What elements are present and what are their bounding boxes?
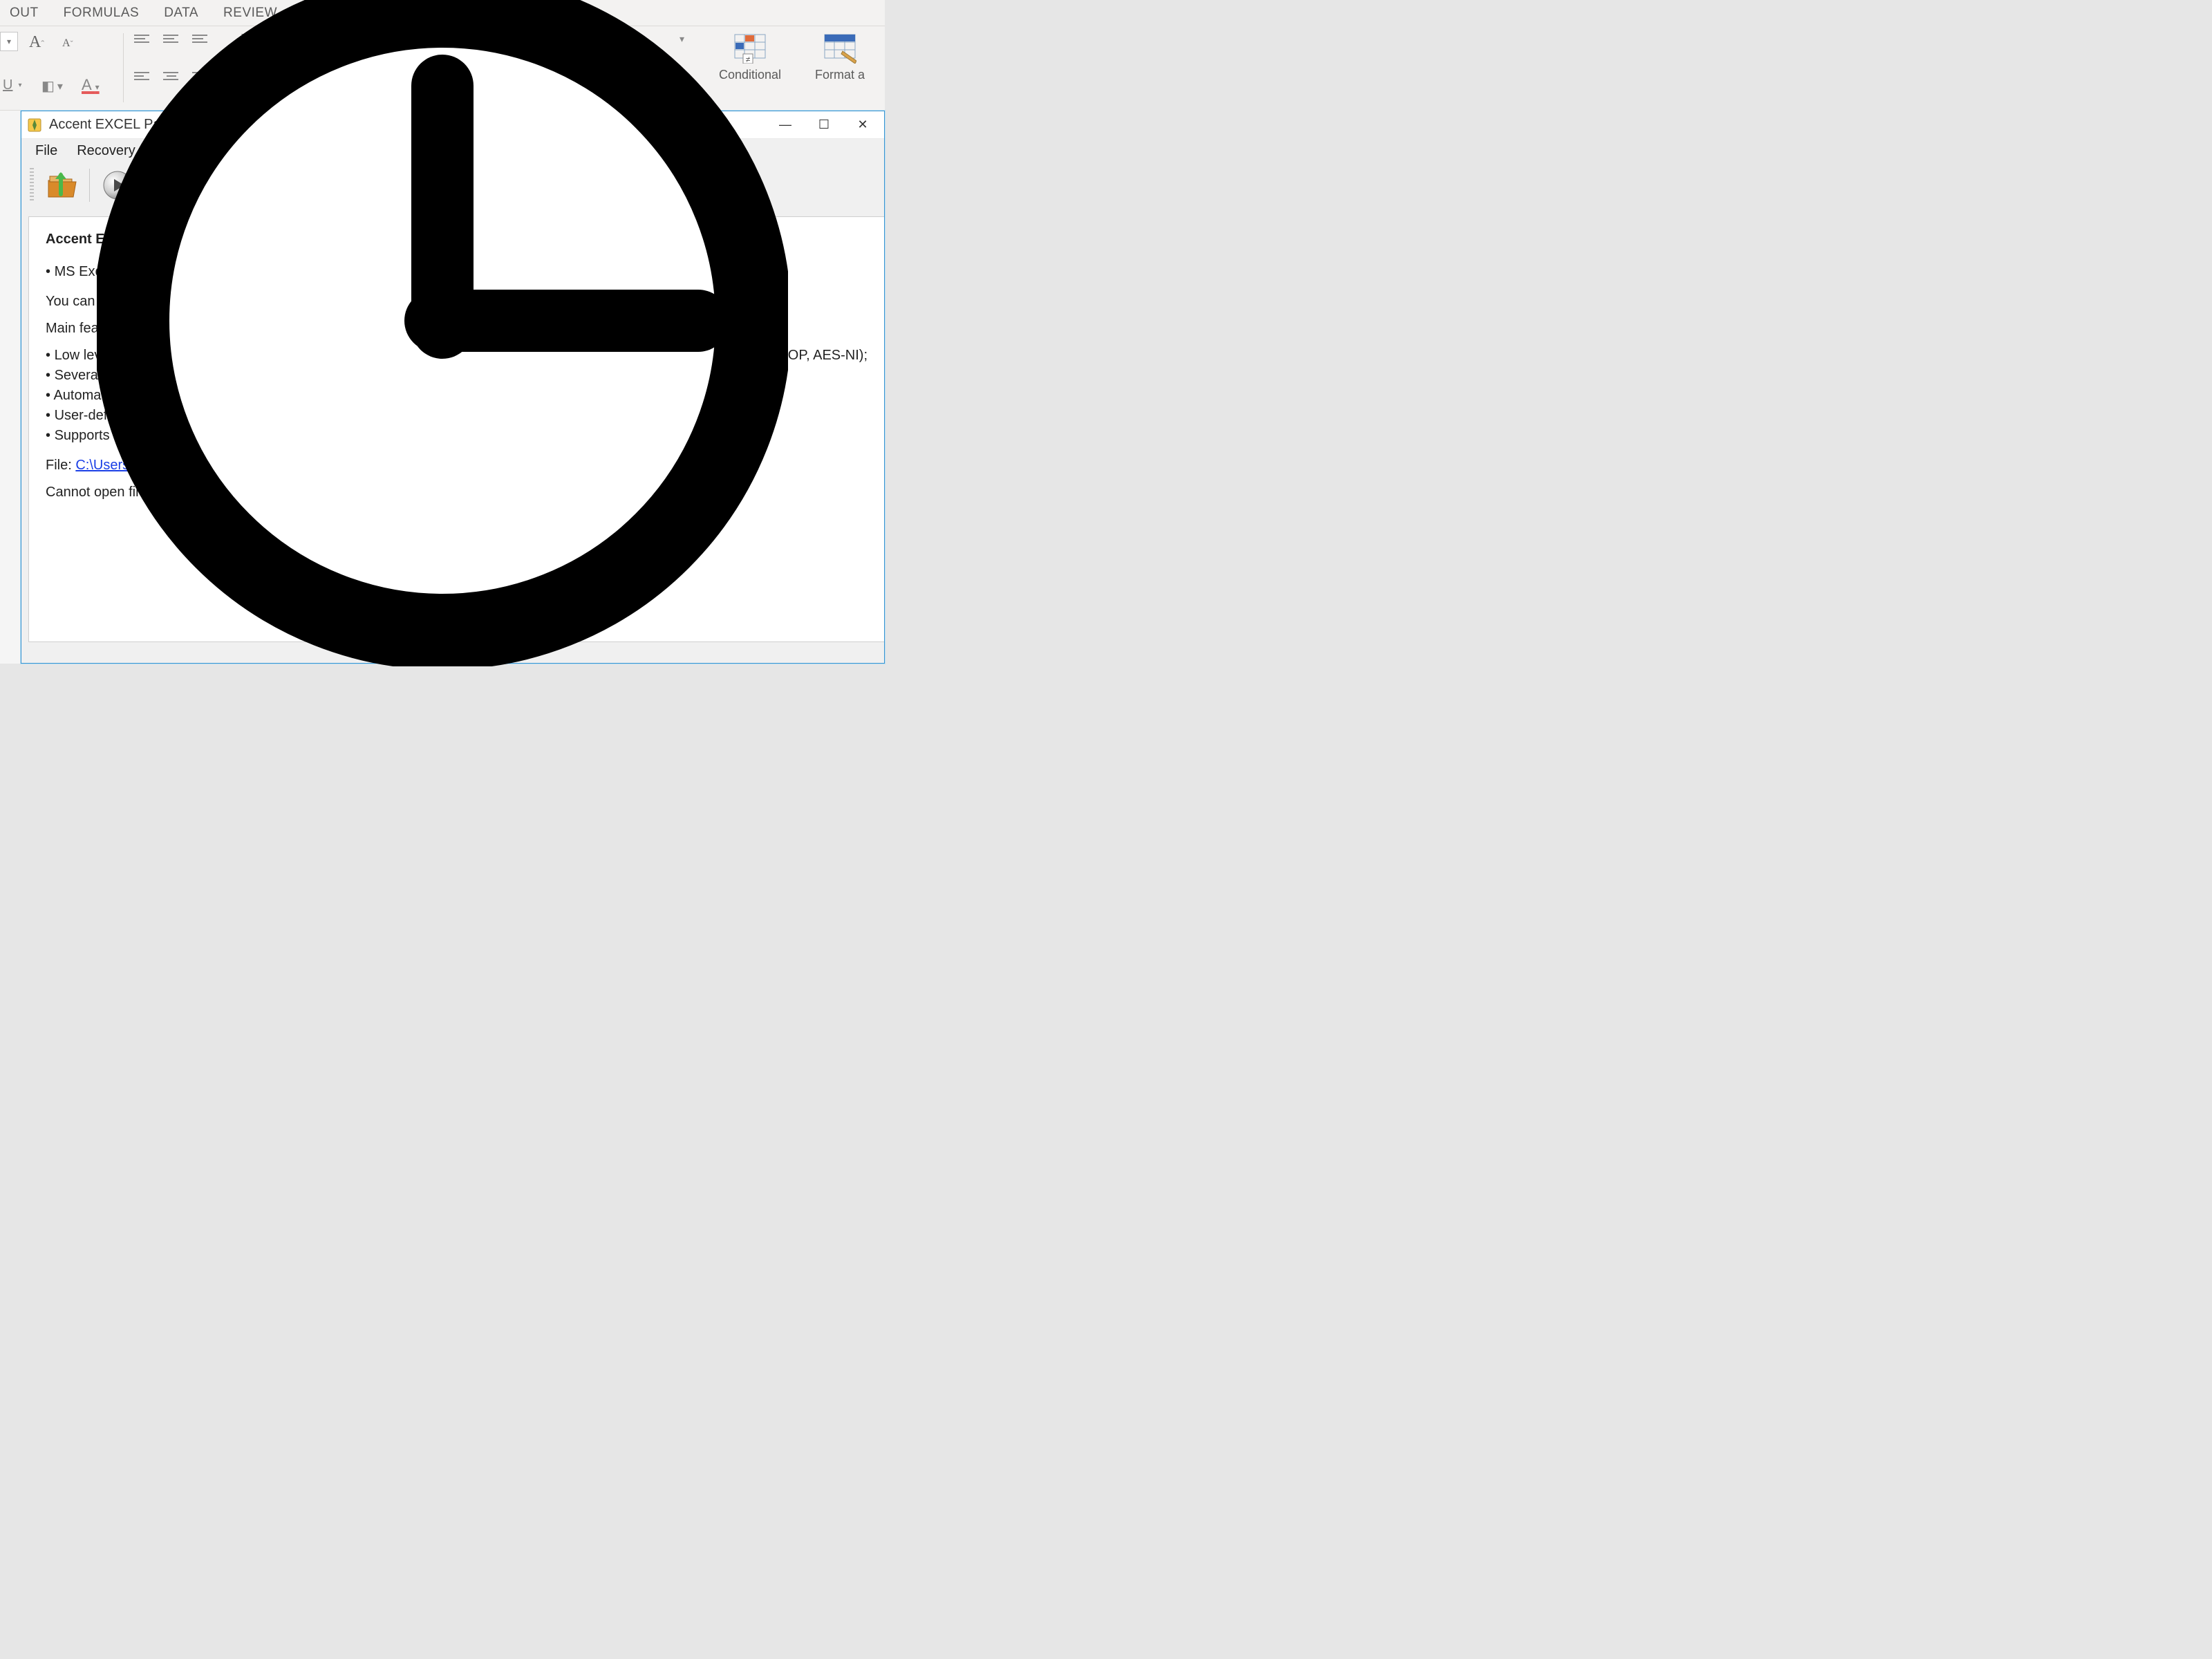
font-color-button[interactable]: A ▾ xyxy=(82,76,100,94)
feature-3: Automated passw xyxy=(46,386,868,406)
file-line: File: C:\Users\ADMIN\Deskt xyxy=(46,456,868,476)
caret-down-icon: ˇ xyxy=(71,39,73,48)
format-table-icon xyxy=(823,33,856,64)
vertical-align-row xyxy=(133,30,210,47)
ribbon-styles-group: ≠ Conditional Format a xyxy=(712,30,885,106)
align-middle-button[interactable] xyxy=(162,30,181,47)
chevron-down-icon: ▾ xyxy=(246,37,250,46)
ribbon-tab-review[interactable]: REVIEW xyxy=(223,6,277,21)
ribbon-tabs: OUT FORMULAS DATA REVIEW VIEW xyxy=(0,0,885,26)
ribbon-tab-formulas[interactable]: FORMULAS xyxy=(64,6,140,21)
content-intro: You can find m xyxy=(46,292,868,312)
ribbon-tab-data[interactable]: DATA xyxy=(164,6,198,21)
font-size-dropdown[interactable]: ▾ xyxy=(0,32,18,51)
align-bottom-button[interactable] xyxy=(191,30,210,47)
menu-options[interactable]: Opt xyxy=(155,143,177,159)
format-table-label: Format a xyxy=(815,68,865,82)
start-button[interactable] xyxy=(100,167,135,203)
chevron-down-icon: ▾ xyxy=(57,79,63,93)
increase-font-button[interactable]: Aˆ xyxy=(29,33,44,52)
increase-decimal-button[interactable]: ←.0 .00 xyxy=(639,65,656,94)
content-bullet-top: MS Excel 95- xyxy=(46,262,868,282)
open-file-button[interactable] xyxy=(44,167,79,203)
ribbon-tab-out[interactable]: OUT xyxy=(10,6,39,21)
conditional-formatting-icon: ≠ xyxy=(733,33,767,64)
chevron-down-icon: ▾ xyxy=(7,37,11,46)
window-toolbar: St xyxy=(21,162,884,208)
orientation-icon: ⤢ xyxy=(234,30,246,48)
close-icon: ✕ xyxy=(857,118,868,132)
feature-list: Low level hand X2, XOP, AES-NI); Several… xyxy=(46,346,868,446)
close-button[interactable]: ✕ xyxy=(847,114,879,136)
ribbon-font-group: ▾ Aˆ Aˇ U▾ ◧ ▾ A ▾ xyxy=(0,30,131,106)
toolbar-grip xyxy=(30,168,34,203)
letter-a-small-icon: A xyxy=(62,37,71,49)
minimize-icon: — xyxy=(779,118,791,132)
align-top-button[interactable] xyxy=(133,30,152,47)
orientation-button[interactable]: ⤢▾ xyxy=(234,30,250,48)
feature-5: Supports Unicode an xyxy=(46,426,868,446)
chevron-down-icon: ▾ xyxy=(95,82,100,92)
feature-2: Several types o xyxy=(46,366,868,386)
caret-up-icon: ˆ xyxy=(41,39,44,50)
play-icon xyxy=(102,170,133,200)
decrease-decimal-button[interactable]: .00 →.0 xyxy=(667,65,684,94)
feature-1: Low level hand X2, XOP, AES-NI); xyxy=(46,346,868,366)
open-folder-icon xyxy=(46,169,77,201)
file-path-link[interactable]: C:\Users\ADMIN\Deskt xyxy=(75,458,216,473)
fill-color-button[interactable]: ◧ ▾ xyxy=(41,77,63,95)
window-content: Accent EXCEL MS Excel 95- You can find m… xyxy=(28,216,884,642)
error-message: Cannot open file. xyxy=(46,482,868,503)
menu-recovery[interactable]: Recovery xyxy=(77,143,135,159)
align-right-button[interactable] xyxy=(191,68,210,84)
chevron-down-icon: ▾ xyxy=(18,82,21,89)
ribbon-separator xyxy=(123,33,124,102)
window-menubar: File Recovery Opt xyxy=(21,139,884,162)
menu-file[interactable]: File xyxy=(35,143,57,159)
content-features-label: Main features a xyxy=(46,319,868,339)
letter-a-icon: A xyxy=(29,33,41,51)
decrease-decimal-icon: →.0 xyxy=(667,82,684,93)
svg-text:≠: ≠ xyxy=(746,55,751,64)
underline-button[interactable]: U▾ xyxy=(3,77,21,93)
window-title: Accent EXCEL Passw xyxy=(49,117,185,133)
font-color-icon: A xyxy=(82,76,91,93)
minimize-button[interactable]: — xyxy=(769,114,801,136)
file-label: File: xyxy=(46,458,75,473)
decrease-font-button[interactable]: Aˇ xyxy=(62,37,73,50)
paint-bucket-icon: ◧ xyxy=(41,77,55,95)
maximize-button[interactable]: ☐ xyxy=(808,114,840,136)
app-icon xyxy=(27,118,42,133)
align-center-button[interactable] xyxy=(162,68,181,84)
content-heading: Accent EXCEL xyxy=(46,229,868,250)
ribbon-alignment-group: ⤢▾ xyxy=(133,30,306,106)
ribbon-tab-view[interactable]: VIEW xyxy=(302,6,337,21)
feature-4: User-defined sets xyxy=(46,406,868,426)
window-titlebar[interactable]: Accent EXCEL Passw — ☐ ✕ xyxy=(21,111,884,139)
ribbon-number-group: ←.0 .00 .00 →.0 xyxy=(639,65,684,94)
toolbar-separator xyxy=(89,169,90,202)
conditional-label: Conditional xyxy=(719,68,781,82)
accent-excel-password-window: Accent EXCEL Passw — ☐ ✕ File Recovery O… xyxy=(21,111,885,664)
number-format-dropdown[interactable]: ▾ xyxy=(679,33,684,45)
feature-1-right: X2, XOP, AES-NI); xyxy=(754,346,868,366)
underline-icon: U xyxy=(3,77,12,93)
increase-decimal-icon: ←.0 xyxy=(639,68,655,78)
align-left-button[interactable] xyxy=(133,68,152,84)
horizontal-align-row xyxy=(133,68,210,84)
ribbon-body: ▾ Aˆ Aˇ U▾ ◧ ▾ A ▾ xyxy=(0,26,885,111)
maximize-icon: ☐ xyxy=(818,118,830,132)
format-as-table-button[interactable]: Format a xyxy=(802,33,878,82)
conditional-formatting-button[interactable]: ≠ Conditional xyxy=(712,33,788,82)
